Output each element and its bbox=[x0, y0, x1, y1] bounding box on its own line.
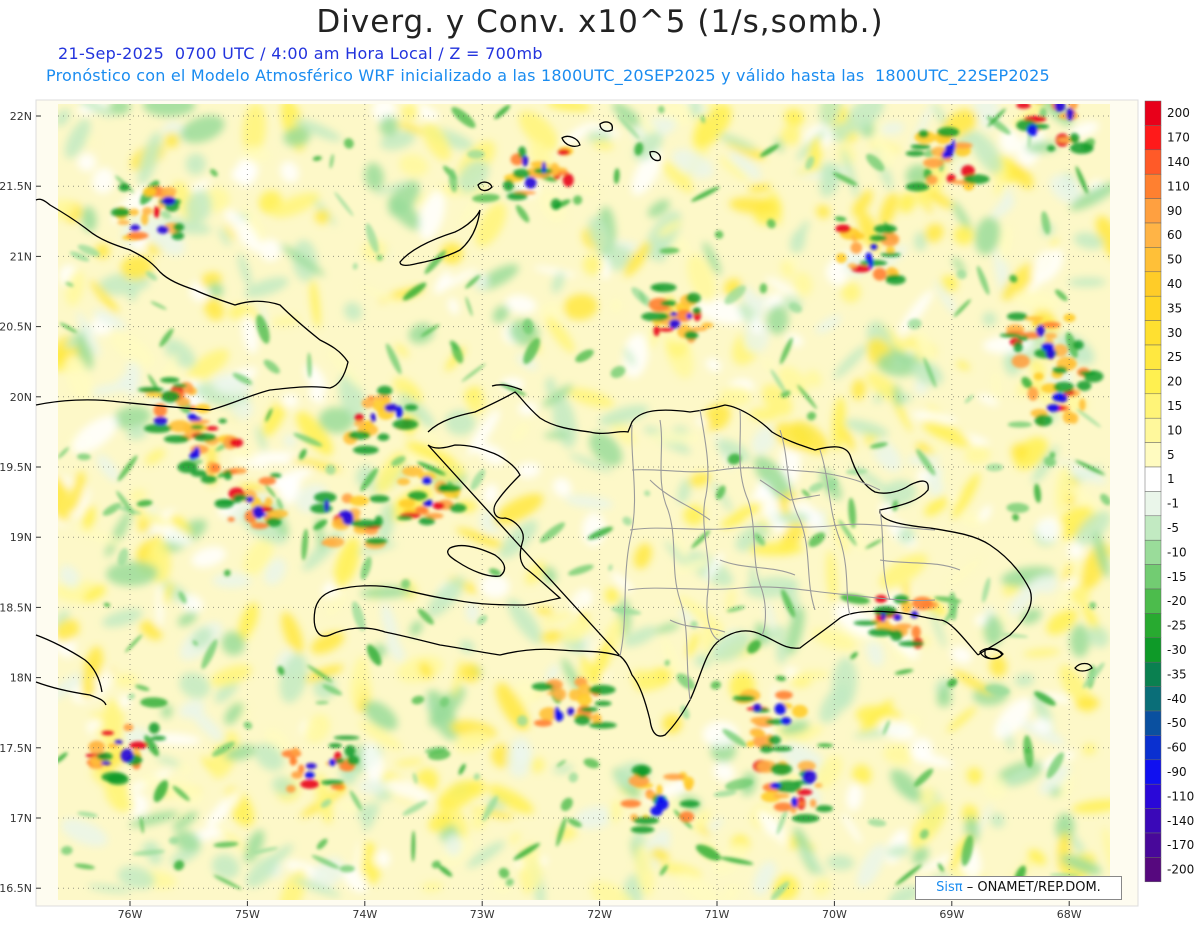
colorbar-label: -200 bbox=[1167, 863, 1194, 877]
lat-label: 22N bbox=[10, 110, 32, 123]
colorbar-swatch bbox=[1144, 637, 1162, 663]
colorbar-swatch bbox=[1144, 710, 1162, 736]
credit-text: – ONAMET/REP.DOM. bbox=[966, 880, 1101, 895]
colorbar-swatch bbox=[1144, 539, 1162, 565]
colorbar-label: 5 bbox=[1167, 448, 1175, 462]
sispi-logo: Sisπ bbox=[936, 880, 963, 895]
colorbar-label: 40 bbox=[1167, 277, 1182, 291]
colorbar-swatch bbox=[1144, 369, 1162, 395]
colorbar-label: 170 bbox=[1167, 131, 1190, 145]
colorbar-label: -110 bbox=[1167, 789, 1194, 803]
colorbar-label: -40 bbox=[1167, 692, 1187, 706]
colorbar-swatch bbox=[1144, 125, 1162, 151]
colorbar-label: 50 bbox=[1167, 253, 1182, 267]
lat-label: 20.5N bbox=[0, 321, 32, 334]
lon-label: 71W bbox=[705, 908, 730, 921]
colorbar-swatch bbox=[1144, 515, 1162, 541]
lat-label: 17N bbox=[10, 812, 32, 825]
colorbar-swatch bbox=[1144, 588, 1162, 614]
colorbar-label: -170 bbox=[1167, 838, 1194, 852]
lon-label: 75W bbox=[235, 908, 260, 921]
map-figure: 22N 21.5N 21N 20.5N 20N 19.5N 19N 18.5N 18N 17.5N… bbox=[0, 99, 1194, 921]
colorbar-label: 140 bbox=[1167, 155, 1190, 169]
colorbar-swatch bbox=[1144, 247, 1162, 273]
colorbar-label: -1 bbox=[1167, 497, 1179, 511]
colorbar-label: -5 bbox=[1167, 521, 1179, 535]
colorbar-label: 20 bbox=[1167, 375, 1182, 389]
lat-label: 18N bbox=[10, 672, 32, 685]
colorbar-swatch bbox=[1144, 198, 1162, 224]
lat-label: 21N bbox=[10, 250, 32, 263]
colorbar-label: -60 bbox=[1167, 741, 1187, 755]
colorbar-label: -140 bbox=[1167, 814, 1194, 828]
colorbar-swatch bbox=[1144, 491, 1162, 517]
credit-box: Sisπ – ONAMET/REP.DOM. bbox=[915, 876, 1122, 900]
colorbar-label: 35 bbox=[1167, 301, 1182, 315]
colorbar-label: 30 bbox=[1167, 326, 1182, 340]
colorbar-swatch bbox=[1144, 442, 1162, 468]
lat-label: 19N bbox=[10, 531, 32, 544]
colorbar-label: 200 bbox=[1167, 106, 1190, 120]
colorbar-label: 1 bbox=[1167, 472, 1175, 486]
colorbar-swatch bbox=[1144, 271, 1162, 297]
lon-label: 68W bbox=[1057, 908, 1082, 921]
colorbar-label: 60 bbox=[1167, 228, 1182, 242]
lat-label: 21.5N bbox=[0, 180, 32, 193]
colorbar-swatch bbox=[1144, 783, 1162, 809]
colorbar-label: 25 bbox=[1167, 350, 1182, 364]
colorbar-label: 90 bbox=[1167, 204, 1182, 218]
colorbar-swatch bbox=[1144, 222, 1162, 248]
lat-label: 18.5N bbox=[0, 601, 32, 614]
colorbar-label: -15 bbox=[1167, 570, 1187, 584]
lon-label: 69W bbox=[939, 908, 964, 921]
lon-label: 73W bbox=[470, 908, 495, 921]
lat-label: 20N bbox=[10, 391, 32, 404]
colorbar-swatch bbox=[1144, 759, 1162, 785]
colorbar-label: 10 bbox=[1167, 423, 1182, 437]
colorbar-swatch bbox=[1144, 393, 1162, 419]
colorbar-swatch bbox=[1144, 661, 1162, 687]
colorbar-swatch bbox=[1144, 808, 1162, 834]
colorbar-label: -10 bbox=[1167, 545, 1187, 559]
colorbar-swatch bbox=[1144, 295, 1162, 321]
lat-label: 19.5N bbox=[0, 461, 32, 474]
colorbar-label: -20 bbox=[1167, 594, 1187, 608]
colorbar-swatch bbox=[1144, 320, 1162, 346]
colorbar-label: -50 bbox=[1167, 716, 1187, 730]
colorbar-swatch bbox=[1144, 735, 1162, 761]
colorbar-swatch bbox=[1144, 613, 1162, 639]
colorbar-swatch bbox=[1144, 149, 1162, 175]
colorbar-swatch bbox=[1144, 832, 1162, 858]
colorbar: 200 170 140 110 90 60 50 40 35 30 25 20 15 10 5 1 -1 -5 -1… bbox=[1144, 100, 1194, 883]
divergence-field bbox=[58, 104, 1110, 900]
colorbar-swatch bbox=[1144, 173, 1162, 199]
colorbar-label: -25 bbox=[1167, 619, 1187, 633]
colorbar-swatch bbox=[1144, 686, 1162, 712]
colorbar-swatch bbox=[1144, 466, 1162, 492]
lat-label: 16.5N bbox=[0, 882, 32, 895]
colorbar-swatch bbox=[1144, 564, 1162, 590]
colorbar-label: -35 bbox=[1167, 667, 1187, 681]
lon-label: 72W bbox=[587, 908, 612, 921]
colorbar-label: -90 bbox=[1167, 765, 1187, 779]
colorbar-swatch bbox=[1144, 417, 1162, 443]
colorbar-swatch bbox=[1144, 344, 1162, 370]
lon-label: 74W bbox=[352, 908, 377, 921]
colorbar-label: -30 bbox=[1167, 643, 1187, 657]
colorbar-swatch bbox=[1144, 100, 1162, 126]
lat-label: 17.5N bbox=[0, 742, 32, 755]
colorbar-swatch bbox=[1144, 857, 1162, 883]
colorbar-label: 110 bbox=[1167, 179, 1190, 193]
lon-label: 76W bbox=[118, 908, 143, 921]
lon-label: 70W bbox=[822, 908, 847, 921]
colorbar-label: 15 bbox=[1167, 399, 1182, 413]
latitude-labels: 22N 21.5N 21N 20.5N 20N 19.5N 19N 18.5N 18N 17.5N… bbox=[0, 110, 41, 895]
